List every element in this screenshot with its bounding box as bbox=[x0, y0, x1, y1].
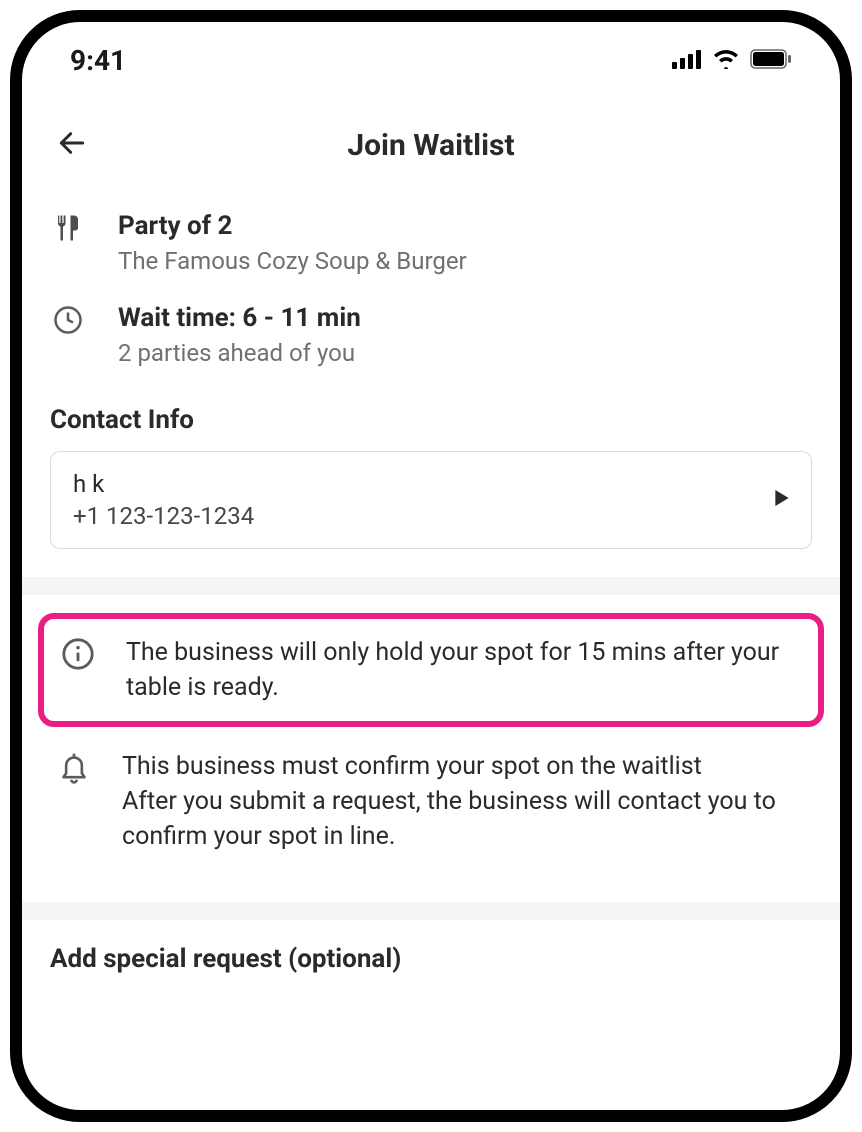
battery-icon bbox=[750, 49, 792, 73]
section-divider bbox=[22, 902, 840, 920]
contact-phone: +1 123-123-1234 bbox=[73, 502, 254, 530]
wait-queue: 2 parties ahead of you bbox=[118, 339, 361, 367]
clock-icon bbox=[50, 303, 86, 335]
arrow-left-icon bbox=[56, 127, 88, 163]
cellular-icon bbox=[672, 49, 702, 73]
confirm-notice-body: After you submit a request, the business… bbox=[122, 784, 808, 854]
wait-row: Wait time: 6 - 11 min 2 parties ahead of… bbox=[50, 289, 812, 381]
utensils-icon bbox=[50, 211, 86, 243]
highlighted-notice: The business will only hold your spot fo… bbox=[38, 613, 824, 727]
party-size: Party of 2 bbox=[118, 211, 467, 241]
contact-card[interactable]: h k +1 123-123-1234 bbox=[50, 451, 812, 549]
section-divider bbox=[22, 577, 840, 595]
device-frame: 9:41 Join Waitlist bbox=[10, 10, 852, 1122]
hold-notice: The business will only hold your spot fo… bbox=[126, 635, 804, 705]
contact-header: Contact Info bbox=[50, 405, 812, 435]
info-icon bbox=[58, 635, 98, 671]
wait-time: Wait time: 6 - 11 min bbox=[118, 303, 361, 333]
wifi-icon bbox=[712, 49, 740, 73]
party-row: Party of 2 The Famous Cozy Soup & Burger bbox=[50, 197, 812, 289]
nav-bar: Join Waitlist bbox=[50, 85, 812, 197]
caret-right-icon bbox=[775, 490, 789, 510]
status-icons bbox=[672, 49, 792, 73]
special-request-header: Add special request (optional) bbox=[50, 944, 812, 974]
contact-name: h k bbox=[73, 470, 254, 498]
status-bar: 9:41 bbox=[22, 22, 840, 85]
confirm-notice-title: This business must confirm your spot on … bbox=[122, 749, 808, 784]
page-title: Join Waitlist bbox=[50, 128, 812, 163]
back-button[interactable] bbox=[50, 123, 94, 167]
status-time: 9:41 bbox=[70, 44, 126, 77]
restaurant-name: The Famous Cozy Soup & Burger bbox=[118, 247, 467, 275]
confirm-notice-block: This business must confirm your spot on … bbox=[50, 741, 812, 874]
bell-icon bbox=[54, 749, 94, 785]
